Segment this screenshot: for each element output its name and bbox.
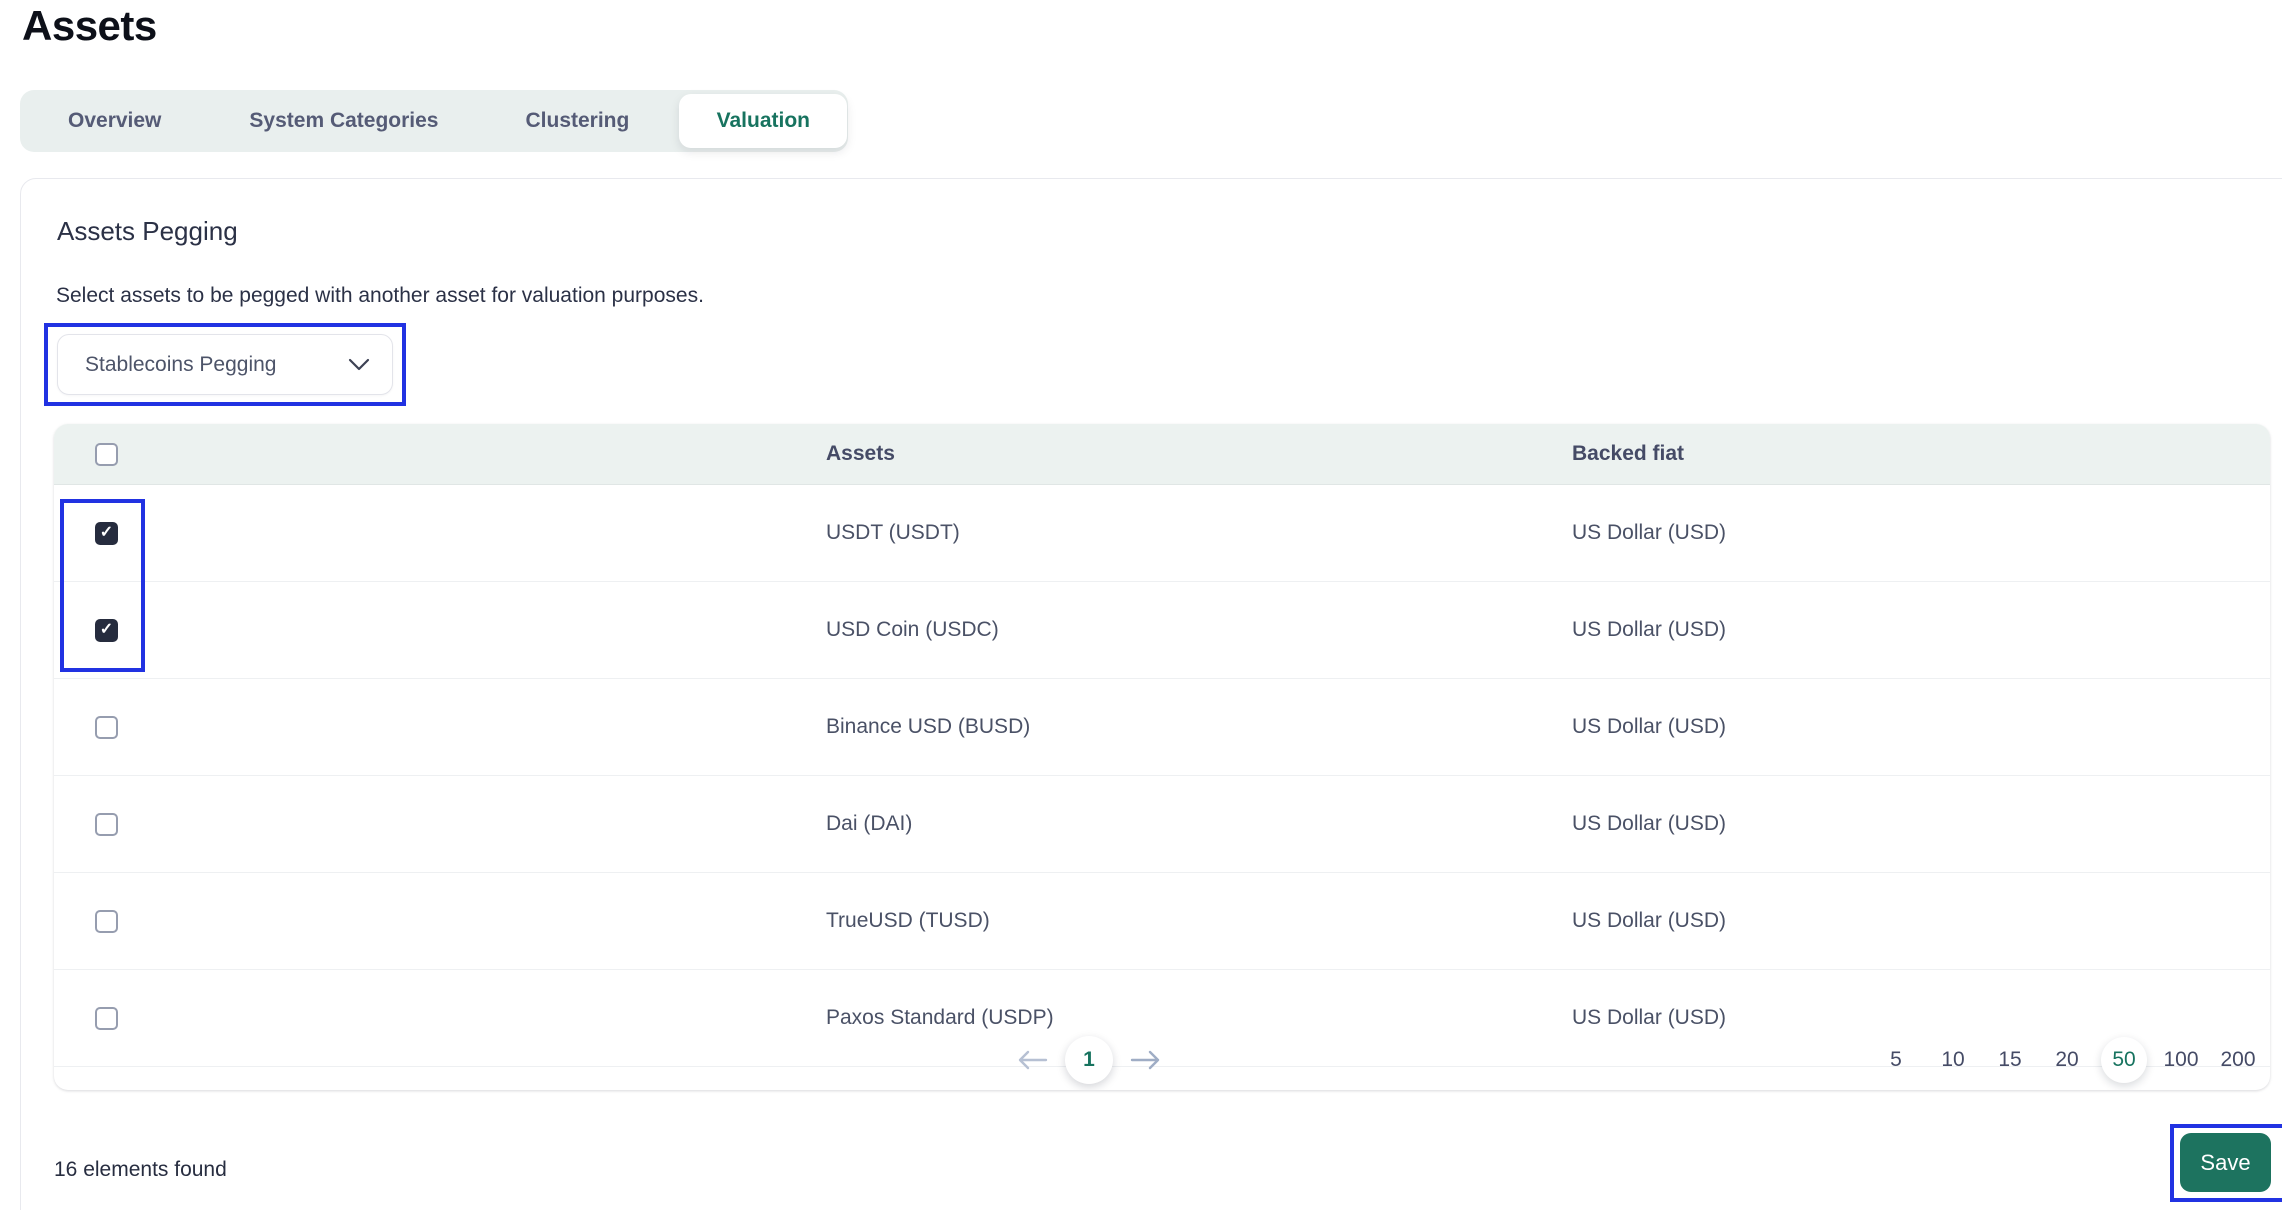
- fiat-cell: US Dollar (USD): [1572, 812, 1727, 835]
- page-size-option-10[interactable]: 10: [1930, 1037, 1976, 1083]
- asset-cell: Binance USD (BUSD): [826, 715, 1031, 738]
- select-all-checkbox[interactable]: [95, 442, 118, 466]
- page-title: Assets: [22, 2, 157, 49]
- tab-label: Valuation: [716, 109, 811, 132]
- page-size-options: 5 10 15 20 50 100 200: [1873, 1037, 2261, 1083]
- asset-cell: TrueUSD (TUSD): [826, 909, 990, 932]
- page-size-option-20[interactable]: 20: [2044, 1037, 2090, 1083]
- table-header-row: Assets Backed fiat: [54, 424, 2270, 485]
- current-page-button[interactable]: 1: [1065, 1036, 1113, 1084]
- asset-cell: Paxos Standard (USDP): [826, 1006, 1054, 1029]
- next-page-arrow-icon[interactable]: [1126, 1048, 1166, 1072]
- row-checkbox-cell: ✓: [54, 618, 826, 642]
- page-size-option-15[interactable]: 15: [1987, 1037, 2033, 1083]
- table-row: ✓ USD Coin (USDC) US Dollar (USD): [54, 582, 2270, 679]
- table-row: ✓ USDT (USDT) US Dollar (USD): [54, 485, 2270, 582]
- table-body: ✓ USDT (USDT) US Dollar (USD) ✓ USD Coin…: [54, 485, 2270, 1067]
- page-size-option-50[interactable]: 50: [2101, 1037, 2147, 1083]
- page-size-option-5[interactable]: 5: [1873, 1037, 1919, 1083]
- tab-overview[interactable]: Overview: [68, 109, 161, 133]
- row-checkbox[interactable]: [95, 909, 118, 933]
- row-checkbox[interactable]: [95, 812, 118, 836]
- row-checkbox-cell: [54, 812, 826, 836]
- row-checkbox[interactable]: [95, 1006, 118, 1030]
- row-checkbox-cell: [54, 909, 826, 933]
- highlight-box-dropdown: [44, 323, 406, 406]
- assets-table: Assets Backed fiat ✓ USDT (USDT) US Doll…: [54, 424, 2270, 1090]
- section-description: Select assets to be pegged with another …: [56, 284, 704, 307]
- asset-cell: Dai (DAI): [826, 812, 913, 835]
- section-heading: Assets Pegging: [57, 216, 238, 246]
- elements-found-text: 16 elements found: [54, 1158, 227, 1181]
- header-checkbox-cell: [54, 442, 826, 466]
- table-row: Dai (DAI) US Dollar (USD): [54, 776, 2270, 873]
- row-checkbox-cell: [54, 1006, 826, 1030]
- page-size-option-100[interactable]: 100: [2158, 1037, 2204, 1083]
- table-row: TrueUSD (TUSD) US Dollar (USD): [54, 873, 2270, 970]
- asset-cell: USD Coin (USDC): [826, 618, 999, 641]
- row-checkbox-cell: [54, 715, 826, 739]
- save-button[interactable]: Save: [2180, 1133, 2271, 1192]
- previous-page-arrow-icon[interactable]: [1012, 1048, 1052, 1072]
- assets-valuation-page: Assets Overview System Categories Cluste…: [0, 0, 2282, 1210]
- fiat-cell: US Dollar (USD): [1572, 909, 1727, 932]
- tab-system-categories[interactable]: System Categories: [249, 109, 438, 133]
- highlight-box-checkboxes: [60, 499, 145, 672]
- tab-label: System Categories: [249, 109, 439, 132]
- column-header-backed-fiat: Backed fiat: [1572, 442, 1685, 465]
- column-header-assets: Assets: [826, 442, 895, 465]
- tab-valuation[interactable]: Valuation: [679, 94, 848, 148]
- fiat-cell: US Dollar (USD): [1572, 1006, 1727, 1029]
- tab-label: Overview: [68, 109, 162, 132]
- row-checkbox-cell: ✓: [54, 521, 826, 545]
- page-size-option-200[interactable]: 200: [2215, 1037, 2261, 1083]
- asset-cell: USDT (USDT): [826, 521, 960, 544]
- fiat-cell: US Dollar (USD): [1572, 521, 1727, 544]
- tab-label: Clustering: [525, 109, 630, 132]
- tab-clustering[interactable]: Clustering: [526, 109, 630, 133]
- pagination: 1: [1012, 1036, 1166, 1084]
- fiat-cell: US Dollar (USD): [1572, 715, 1727, 738]
- row-checkbox[interactable]: [95, 715, 118, 739]
- tab-bar: Overview System Categories Clustering Va…: [20, 90, 848, 152]
- fiat-cell: US Dollar (USD): [1572, 618, 1727, 641]
- table-row: Binance USD (BUSD) US Dollar (USD): [54, 679, 2270, 776]
